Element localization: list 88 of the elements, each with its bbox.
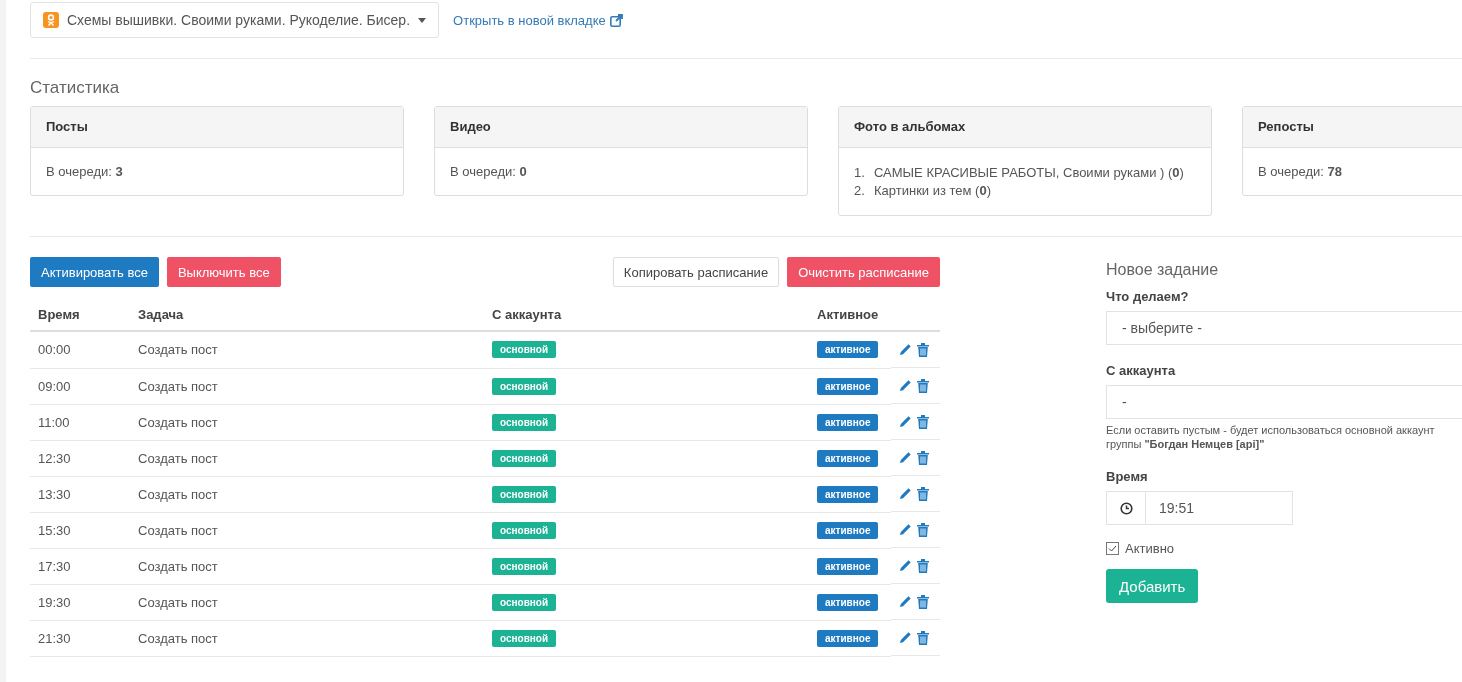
column-header: Время — [30, 307, 130, 331]
active-badge: активное — [817, 449, 879, 467]
column-header: С аккаунта — [484, 307, 809, 331]
table-cell: Создать пост — [130, 404, 484, 440]
active-badge: активное — [817, 341, 879, 359]
active-badge: активное — [817, 593, 879, 611]
external-link-icon — [609, 13, 623, 27]
active-badge: активное — [817, 485, 879, 503]
clock-icon — [1119, 501, 1133, 515]
edit-icon[interactable] — [899, 631, 913, 644]
table-cell: Создать пост — [130, 476, 484, 512]
account-badge: основной — [492, 413, 557, 431]
delete-icon[interactable] — [917, 486, 930, 501]
table-cell: Создать пост — [130, 584, 484, 620]
form-title: Новое задание — [1106, 261, 1220, 279]
list-marker: 1. — [854, 164, 866, 182]
active-badge: активное — [817, 377, 879, 395]
delete-icon[interactable] — [917, 558, 930, 573]
active-badge: активное — [817, 557, 879, 575]
active-badge: активное — [817, 629, 879, 647]
table-cell: Создать пост — [130, 440, 484, 476]
table-cell: Создать пост — [130, 512, 484, 548]
album-item: Картинки из тем (0) — [874, 182, 992, 200]
delete-icon[interactable] — [917, 630, 930, 645]
account-badge: основной — [492, 377, 557, 395]
edit-icon[interactable] — [899, 487, 913, 500]
table-cell: 13:30 — [30, 476, 130, 512]
time-field[interactable]: 19:51 — [1106, 491, 1293, 525]
table-cell: 00:00 — [30, 331, 130, 368]
open-new-tab-link[interactable]: Открыть в новой вкладке — [453, 12, 623, 28]
edit-icon[interactable] — [899, 523, 913, 536]
edit-icon[interactable] — [899, 415, 913, 428]
list-marker: 2. — [854, 182, 866, 200]
check-icon — [1108, 545, 1117, 552]
delete-icon[interactable] — [917, 342, 930, 357]
account-badge: основной — [492, 557, 557, 575]
queue-count: В очереди: 78 — [1258, 164, 1342, 179]
table-cell: 11:00 — [30, 404, 130, 440]
table-cell: Создать пост — [130, 331, 484, 368]
field-label: Что делаем? — [1106, 289, 1190, 304]
delete-icon[interactable] — [917, 414, 930, 429]
task-select[interactable]: - выберите - — [1106, 311, 1462, 345]
checkbox-label: Активно — [1125, 541, 1175, 556]
table-cell: 09:00 — [30, 368, 130, 404]
account-select[interactable]: - — [1106, 385, 1462, 419]
caret-icon — [418, 17, 427, 23]
queue-count: В очереди: 0 — [450, 164, 527, 179]
table-cell: 19:30 — [30, 584, 130, 620]
column-header: Задача — [130, 307, 484, 331]
group-select[interactable]: Схемы вышивки. Своими руками. Рукоделие. Бисер. — [30, 2, 440, 38]
active-badge: активное — [817, 521, 879, 539]
active-badge: активное — [817, 413, 879, 431]
account-badge: основной — [492, 341, 557, 359]
card-title: Фото в альбомах — [839, 107, 1211, 148]
account-badge: основной — [492, 593, 557, 611]
album-item: САМЫЕ КРАСИВЫЕ РАБОТЫ, Своими руками ) (0) — [874, 164, 1184, 182]
delete-icon[interactable] — [917, 522, 930, 537]
edit-icon[interactable] — [899, 379, 913, 392]
account-badge: основной — [492, 449, 557, 467]
section-title: Статистика — [30, 78, 121, 98]
table-cell: Создать пост — [130, 368, 484, 404]
edit-icon[interactable] — [899, 559, 913, 572]
field-label: Время — [1106, 469, 1149, 484]
help-text: Если оставить пустым - будет использоваться основной аккаунт группы "Богдан Немцев [api]" — [1106, 423, 1436, 451]
card-title: Посты — [31, 107, 403, 148]
delete-icon[interactable] — [917, 378, 930, 393]
account-badge: основной — [492, 629, 557, 647]
delete-icon[interactable] — [917, 450, 930, 465]
card-title: Репосты — [1243, 107, 1462, 148]
card-title: Видео — [435, 107, 807, 148]
table-cell: Создать пост — [130, 548, 484, 584]
account-badge: основной — [492, 485, 557, 503]
activate-all-button[interactable]: Активировать все — [30, 257, 159, 287]
account-badge: основной — [492, 521, 557, 539]
table-cell: 12:30 — [30, 440, 130, 476]
queue-count: В очереди: 3 — [46, 164, 123, 179]
delete-icon[interactable] — [917, 594, 930, 609]
copy-schedule-button[interactable]: Копировать расписание — [612, 257, 780, 287]
edit-icon[interactable] — [899, 595, 913, 608]
column-header: Активное — [809, 307, 892, 331]
edit-icon[interactable] — [899, 343, 913, 356]
active-checkbox[interactable] — [1106, 542, 1119, 555]
table-cell: 21:30 — [30, 620, 130, 656]
edit-icon[interactable] — [899, 451, 913, 464]
table-cell: Создать пост — [130, 620, 484, 656]
field-label: С аккаунта — [1106, 363, 1177, 378]
table-cell: 15:30 — [30, 512, 130, 548]
table-cell: 17:30 — [30, 548, 130, 584]
